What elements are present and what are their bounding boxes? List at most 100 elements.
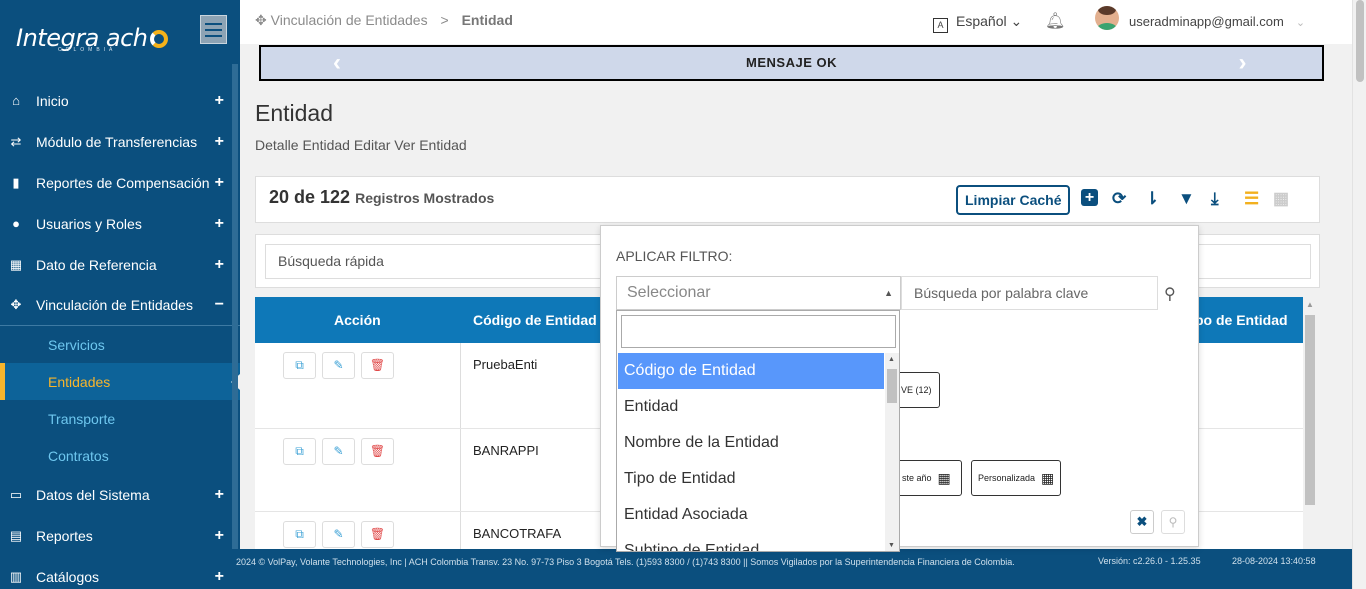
dropdown-option[interactable]: Entidad Asociada <box>618 497 884 533</box>
file-icon: ▮ <box>12 174 20 190</box>
scroll-up-icon[interactable]: ▲ <box>1306 300 1314 309</box>
grid-view-icon[interactable]: ▦ <box>1273 189 1289 209</box>
clear-filter-button[interactable]: ✖ <box>1130 510 1154 534</box>
page-scrollbar-thumb[interactable] <box>1356 0 1364 82</box>
dropdown-scrollbar-thumb[interactable] <box>887 369 897 403</box>
sidebar-subitem-transporte[interactable]: Transporte <box>0 400 240 437</box>
home-icon: ⌂ <box>12 93 20 108</box>
records-toolbar: 20 de 122 Registros Mostrados Limpiar Ca… <box>255 176 1320 223</box>
delete-icon[interactable]: 🗑︎ <box>361 352 394 379</box>
sidebar-subitem-contratos[interactable]: Contratos <box>0 437 240 474</box>
transfer-icon: ⇄ <box>10 133 22 149</box>
user-menu[interactable]: useradminapp@gmail.com ⌄ <box>1129 14 1305 29</box>
expand-icon: + <box>214 132 224 150</box>
chevron-left-icon[interactable]: ‹ <box>333 47 342 79</box>
banner-message: MENSAJE OK <box>746 55 837 70</box>
footer-text: 2024 © VolPay, Volante Technologies, Inc… <box>236 557 1015 567</box>
list-view-icon[interactable]: ☰ <box>1244 189 1259 209</box>
table-scrollbar[interactable]: ▲ <box>1304 297 1316 549</box>
edit-icon[interactable]: ✎ <box>322 438 355 465</box>
column-header-tipo[interactable]: po de Entidad <box>1195 312 1288 328</box>
copy-icon[interactable]: ⧉ <box>283 352 316 379</box>
sidebar-item-label: Vinculación de Entidades <box>36 297 193 313</box>
sidebar-subitem-servicios[interactable]: Servicios <box>0 326 240 363</box>
page-title: Entidad <box>255 100 334 126</box>
chip-label: ste año <box>902 473 932 483</box>
expand-icon: + <box>214 173 224 191</box>
keyword-search-input[interactable]: Búsqueda por palabra clave <box>901 276 1158 310</box>
logo-ring-icon <box>149 30 168 48</box>
sidebar-item-datos-sistema[interactable]: ▭ Datos del Sistema + <box>0 474 240 515</box>
search-icon[interactable]: ⚲ <box>1164 284 1176 304</box>
filter-chip-ve[interactable]: VE (12) <box>897 372 940 408</box>
filter-select-value: Seleccionar <box>627 284 711 301</box>
page-scrollbar[interactable] <box>1352 0 1366 589</box>
sidebar-item-reportes-compensacion[interactable]: ▮ Reportes de Compensación + <box>0 162 240 203</box>
sidebar-item-label: Módulo de Transferencias <box>36 133 198 150</box>
link-icon: ✥ <box>10 297 22 312</box>
table-scrollbar-thumb[interactable] <box>1305 315 1315 505</box>
chevron-down-icon: ⌄ <box>1295 17 1306 29</box>
edit-icon[interactable]: ✎ <box>322 352 355 379</box>
filter-icon[interactable]: ▼ <box>1178 189 1195 209</box>
brand: Integra ach COLOMBIA <box>0 0 240 80</box>
sidebar-subitem-entidades[interactable]: Entidades <box>0 363 240 400</box>
sidebar-item-label: Dato de Referencia <box>36 256 157 273</box>
sidebar-item-catalogos[interactable]: ▥ Catálogos + <box>0 556 240 589</box>
delete-icon[interactable]: 🗑︎ <box>361 521 394 548</box>
breadcrumb-root[interactable]: Vinculación de Entidades <box>271 12 428 28</box>
download-icon[interactable]: ⤓ <box>1211 189 1219 209</box>
sidebar-item-transferencias[interactable]: ⇄ Módulo de Transferencias + <box>0 121 240 162</box>
apply-filter-search-button[interactable]: ⚲ <box>1161 510 1185 534</box>
sidebar-item-dato-referencia[interactable]: ▦ Dato de Referencia + <box>0 244 240 285</box>
dropdown-option[interactable]: Entidad <box>618 389 884 425</box>
filter-field-select[interactable]: Seleccionar ▲ <box>616 276 901 310</box>
scroll-up-icon[interactable]: ▲ <box>888 356 895 363</box>
column-header-codigo[interactable]: Código de Entidad <box>473 312 597 328</box>
clear-cache-button[interactable]: Limpiar Caché <box>956 185 1071 215</box>
dropdown-option[interactable]: Tipo de Entidad <box>618 461 884 497</box>
chip-label: Personalizada <box>978 473 1036 483</box>
dropdown-option[interactable]: Código de Entidad <box>618 353 884 389</box>
refresh-icon[interactable]: ⟳ <box>1112 189 1126 209</box>
filter-dropdown: Código de Entidad Entidad Nombre de la E… <box>616 310 900 552</box>
record-count: 20 de 122 Registros Mostrados <box>269 187 494 208</box>
language-selector[interactable]: A Español ⌄ <box>933 13 1022 33</box>
sidebar-item-vinculacion[interactable]: ✥ Vinculación de Entidades − <box>0 285 240 326</box>
copy-icon[interactable]: ⧉ <box>283 438 316 465</box>
filter-chip-custom[interactable]: Personalizada ▦ <box>971 460 1062 496</box>
page-subtitle: Detalle Entidad Editar Ver Entidad <box>255 137 467 153</box>
column-header-accion[interactable]: Acción <box>334 312 381 328</box>
filter-popup: APLICAR FILTRO: Seleccionar ▲ Búsqueda p… <box>600 225 1199 552</box>
footer: 2024 © VolPay, Volante Technologies, Inc… <box>230 549 1352 589</box>
delete-icon[interactable]: 🗑︎ <box>361 438 394 465</box>
sidebar-item-label: Reportes de Compensación <box>36 174 210 191</box>
footer-datetime: 28-08-2024 13:40:58 <box>1232 556 1316 566</box>
avatar[interactable] <box>1095 6 1119 30</box>
bell-icon[interactable]: 🔔︎ <box>1045 11 1065 31</box>
menu-toggle-button[interactable] <box>200 15 227 44</box>
edit-icon[interactable]: ✎ <box>322 521 355 548</box>
breadcrumb-current: Entidad <box>461 12 513 28</box>
translate-icon: A <box>933 18 948 33</box>
dropdown-scrollbar[interactable]: ▲ ▼ <box>885 353 899 551</box>
sort-icon[interactable]: ⇂ <box>1145 189 1159 209</box>
scroll-down-icon[interactable]: ▼ <box>888 542 895 549</box>
entity-code: BANCOTRAFA <box>473 526 562 541</box>
collapse-icon: − <box>214 296 224 313</box>
sidebar-item-inicio[interactable]: ⌂ Inicio + <box>0 80 240 121</box>
sidebar-item-reportes[interactable]: ▤ Reportes + <box>0 515 240 556</box>
sidebar-item-label: Catálogos <box>36 568 100 585</box>
dropdown-option[interactable]: Nombre de la Entidad <box>618 425 884 461</box>
dropdown-search-input[interactable] <box>621 315 896 348</box>
sidebar-scrollbar[interactable] <box>232 64 238 549</box>
dropdown-option[interactable]: Subtipo de Entidad <box>618 533 884 551</box>
chevron-right-icon[interactable]: › <box>1239 47 1248 79</box>
sidebar-item-usuarios-roles[interactable]: ● Usuarios y Roles + <box>0 203 240 244</box>
users-icon: ● <box>12 216 20 231</box>
add-icon[interactable]: + <box>1081 189 1098 206</box>
expand-icon: + <box>214 91 224 109</box>
copy-icon[interactable]: ⧉ <box>283 521 316 548</box>
calendar-icon: ▦ <box>9 256 23 272</box>
sidebar-item-label: Inicio <box>36 92 69 109</box>
